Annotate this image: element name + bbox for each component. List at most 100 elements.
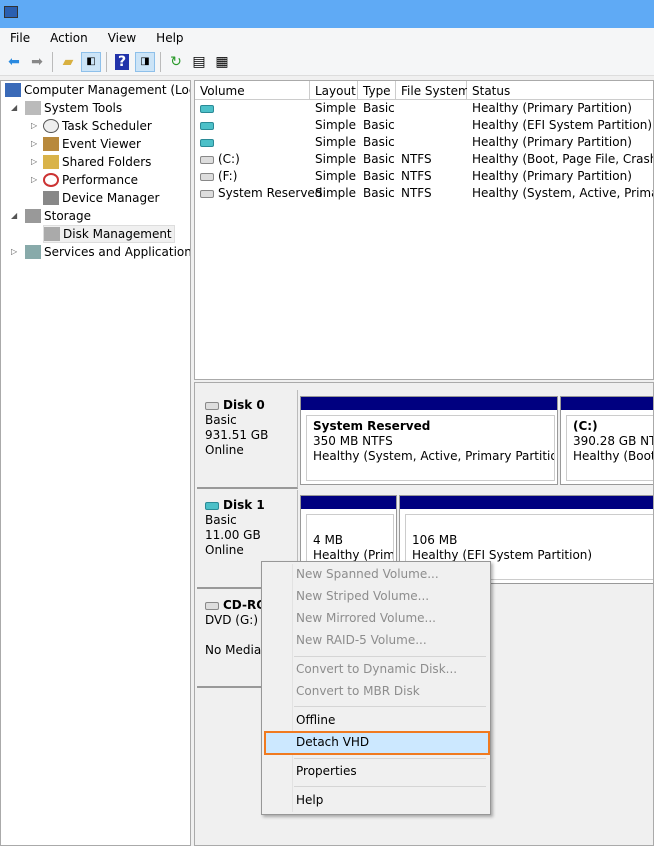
menu-separator (294, 786, 486, 787)
title-bar (0, 0, 654, 28)
menu-help[interactable]: Help (296, 790, 323, 812)
disk-name: Disk 1 (223, 498, 265, 512)
toolbar-separator (160, 51, 161, 72)
show-action-pane-icon[interactable]: ◨ (135, 51, 155, 72)
tree-event-viewer[interactable]: Event Viewer (43, 135, 141, 153)
tree-label: Device Manager (62, 191, 160, 205)
partition-title: (C:) (573, 419, 598, 433)
table-cell: Basic (363, 101, 395, 115)
console-tree: Computer Management (Local ◢ System Tool… (0, 80, 191, 846)
disk-name: CD-RO (223, 598, 267, 612)
tree-label: Services and Applications (44, 245, 191, 259)
tree-label: Shared Folders (62, 155, 152, 169)
tree-system-tools[interactable]: System Tools (25, 99, 122, 117)
menu-file[interactable]: File (0, 28, 40, 48)
partition-system-reserved[interactable]: System Reserved 350 MB NTFS Healthy (Syste… (300, 396, 558, 485)
table-cell: Basic (363, 186, 395, 200)
disk-type: Basic (205, 413, 237, 427)
menu-bar: File Action View Help (0, 28, 654, 48)
volume-name: (C:) (218, 152, 240, 166)
table-cell: Simple (315, 186, 356, 200)
properties-icon[interactable]: ▦ (212, 52, 232, 72)
disk-size: 11.00 GB (205, 528, 261, 542)
menu-action[interactable]: Action (40, 28, 98, 48)
disk-name: Disk 0 (223, 398, 265, 412)
tree-computer-management[interactable]: Computer Management (Local (5, 81, 190, 99)
table-cell: (F:) (195, 169, 237, 186)
table-cell (195, 101, 218, 118)
table-cell: Healthy (Primary Partition) (472, 101, 632, 115)
volume-icon (200, 104, 214, 113)
menu-view[interactable]: View (98, 28, 146, 48)
volume-icon (200, 172, 214, 181)
table-cell: NTFS (401, 186, 432, 200)
partition-size: 106 MB (412, 533, 458, 547)
table-cell: Basic (363, 135, 395, 149)
show-hide-tree-icon[interactable]: ◧ (81, 51, 101, 72)
tree-label: Event Viewer (62, 137, 141, 151)
disk-type: Basic (205, 513, 237, 527)
partition-c[interactable]: (C:)390.28 GB NTFSHealthy (Boot, P (560, 396, 653, 485)
table-cell: Simple (315, 152, 356, 166)
tree-shared-folders[interactable]: Shared Folders (43, 153, 151, 171)
table-cell (396, 101, 401, 118)
menu-help[interactable]: Help (146, 28, 193, 48)
menu-convert-mbr: Convert to MBR Disk (296, 684, 420, 698)
tree-services-applications[interactable]: Services and Applications (25, 243, 191, 261)
menu-properties[interactable]: Properties (296, 761, 357, 783)
partition-status: Healthy (System, Active, Primary Partiti… (313, 449, 555, 463)
collapsed-arrow-icon[interactable]: ▷ (11, 247, 17, 256)
menu-separator (294, 656, 486, 657)
collapsed-arrow-icon[interactable]: ▷ (31, 157, 37, 166)
table-cell: Basic (363, 152, 395, 166)
expanded-arrow-icon[interactable]: ◢ (11, 103, 17, 112)
collapsed-arrow-icon[interactable]: ▷ (31, 175, 37, 184)
table-cell: NTFS (401, 152, 432, 166)
app-icon (4, 6, 18, 18)
disk-0-label[interactable]: Disk 0 Basic 931.51 GB Online (197, 390, 298, 489)
menu-new-striped-volume: New Striped Volume... (296, 589, 430, 603)
menu-new-mirrored-volume: New Mirrored Volume... (296, 611, 436, 625)
computer-icon (5, 83, 21, 97)
tree-disk-management[interactable]: Disk Management (43, 225, 175, 243)
table-cell (396, 135, 401, 152)
tree-performance[interactable]: Performance (43, 171, 138, 189)
disk-state: Online (205, 443, 244, 457)
partition-status: Healthy (Boot, P (573, 449, 653, 463)
column-header-volume[interactable]: Volume (195, 81, 310, 100)
column-header-file-system[interactable]: File System (396, 81, 470, 100)
column-header-status[interactable]: Status (467, 81, 653, 100)
tree-label: Performance (62, 173, 139, 187)
column-header-layout[interactable]: Layout (310, 81, 358, 100)
tools-icon (25, 101, 41, 115)
forward-icon[interactable]: ➡ (27, 52, 47, 72)
tree-label: Disk Management (63, 227, 172, 241)
back-icon[interactable]: ⬅ (4, 52, 24, 72)
menu-offline[interactable]: Offline (296, 710, 335, 732)
collapsed-arrow-icon[interactable]: ▷ (31, 121, 37, 130)
tree-task-scheduler[interactable]: Task Scheduler (43, 117, 152, 135)
menu-new-spanned-volume: New Spanned Volume... (296, 567, 439, 581)
export-icon[interactable]: ▤ (189, 52, 209, 72)
disk-state: Online (205, 543, 244, 557)
tree-storage[interactable]: Storage (25, 207, 91, 225)
help-icon[interactable]: ? (112, 52, 132, 72)
clock-icon (43, 119, 59, 133)
table-cell: Basic (363, 118, 395, 132)
menu-detach-vhd[interactable]: Detach VHD (296, 732, 369, 754)
disk-icon (205, 401, 219, 410)
refresh-icon[interactable]: ↻ (166, 52, 186, 72)
column-header-type[interactable]: Type (358, 81, 396, 100)
up-folder-icon[interactable]: ▰ (58, 52, 78, 72)
table-cell: Healthy (System, Active, Primary P (472, 186, 653, 200)
tree-device-manager[interactable]: Device Manager (43, 189, 159, 207)
toolbar-separator (52, 51, 53, 72)
toolbar-separator (106, 51, 107, 72)
table-cell: Simple (315, 135, 356, 149)
table-cell (195, 118, 218, 135)
expanded-arrow-icon[interactable]: ◢ (11, 211, 17, 220)
shared-folder-icon (43, 155, 59, 169)
table-cell (195, 135, 218, 152)
collapsed-arrow-icon[interactable]: ▷ (31, 139, 37, 148)
partition-size: 4 MB (313, 533, 344, 547)
